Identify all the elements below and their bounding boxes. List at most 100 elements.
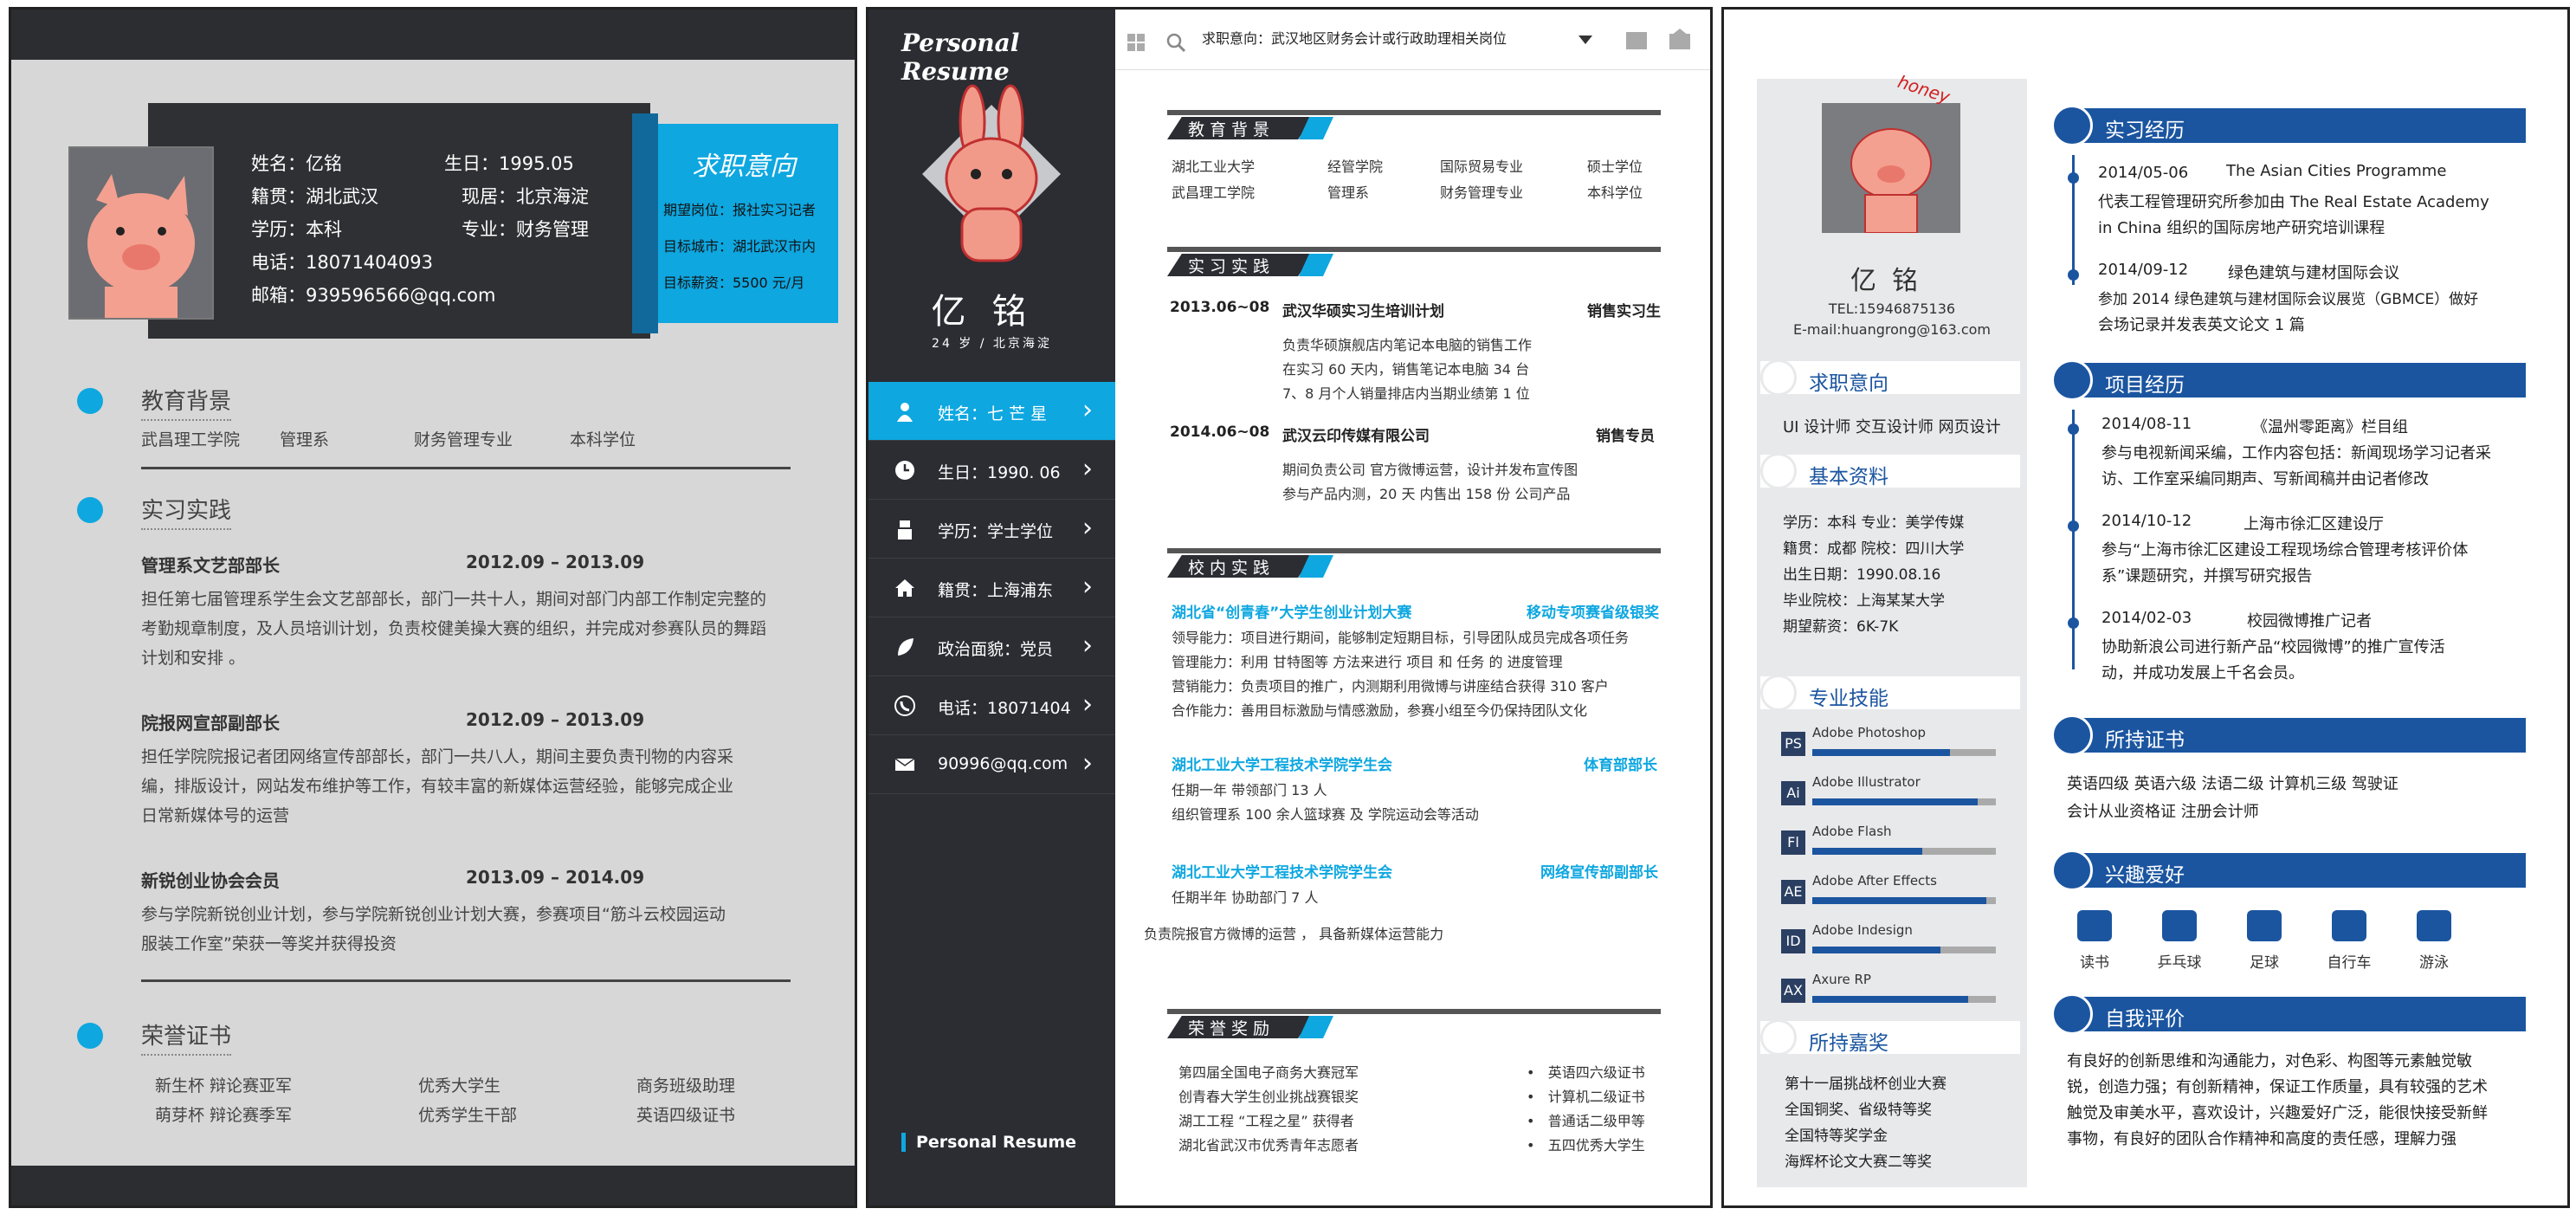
home-icon	[895, 579, 914, 597]
info-name: 姓名：亿铭	[251, 153, 342, 174]
user-icon	[2051, 993, 2093, 1035]
dropdown-icon	[1579, 36, 1592, 44]
resume-panel-3: honey 亿铭 TEL:15946875136 E-mail:huangron…	[1721, 7, 2570, 1208]
sidebar-item-label: 生日：1990. 06	[938, 463, 1061, 482]
intern-line: 7、8 月个人销量排店内当期业绩第 1 位	[1282, 385, 1530, 402]
sidebar-item-education[interactable]: 学历：学士学位 ›	[868, 500, 1115, 559]
bicycle-icon	[2332, 910, 2366, 941]
edu-cell: 国际贸易专业	[1440, 158, 1524, 175]
football-icon	[2247, 910, 2282, 941]
clock-icon	[895, 461, 914, 480]
skill-name: Adobe Illustrator	[1812, 774, 1921, 790]
honor-item: 英语四级证书	[636, 1106, 736, 1125]
pig-avatar-icon	[1822, 103, 1960, 234]
sidebar-item-politics[interactable]: 政治面貌：党员 ›	[868, 617, 1115, 676]
sidebar-item-origin[interactable]: 籍贯：上海浦东 ›	[868, 559, 1115, 617]
heart-icon	[2051, 850, 2093, 891]
campus-line: 营销能力：负责项目的推广，内测期利用微博与讲座结合获得 310 客户	[1172, 678, 1609, 695]
sidebar-footer: Personal Resume	[901, 1133, 1076, 1152]
practice-line: 担任第七届管理系学生会文艺部部长，部门一共十人，期间对部门内部工作制定完整的	[141, 590, 767, 609]
person-icon	[897, 403, 913, 422]
campus-org: 湖北工业大学工程技术学院学生会	[1172, 864, 1392, 882]
search-input[interactable]: 求职意向：武汉地区财务会计或行政助理相关岗位	[1202, 27, 1507, 48]
profile-tel: TEL:15946875136	[1828, 301, 1956, 317]
skill-fill	[1812, 947, 1941, 953]
award-item: 第四届全国电子商务大赛冠军	[1178, 1064, 1359, 1081]
info-current: 现居：北京海淀	[462, 186, 589, 207]
skill-bar	[1812, 798, 1996, 805]
avatar	[1822, 103, 1960, 234]
intern-line: 代表工程管理研究所参加由 The Real Estate Academy	[2098, 193, 2489, 211]
edu-degree: 本科学位	[570, 430, 636, 449]
info-origin: 籍贯：湖北武汉	[251, 186, 378, 207]
intern-role: 销售专员	[1596, 428, 1655, 445]
job-intent-box: 求职意向 期望岗位：报社实习记者 目标城市：湖北武汉市内 目标薪资：5500 元…	[632, 113, 838, 333]
chevron-right-icon: ›	[1082, 513, 1093, 543]
section-dot	[77, 1023, 103, 1049]
basic-line: 籍贯：成都 院校：四川大学	[1783, 540, 1965, 558]
section-header-basic: 基本资料	[1760, 453, 2020, 489]
intern-head: 绿色建筑与建材国际会议	[2228, 264, 2399, 282]
intern-date: 2014/05-06	[2098, 164, 2189, 182]
practice-line: 服装工作室”荣获一等奖并获得投资	[141, 934, 397, 953]
timeline-dot	[2068, 172, 2079, 184]
skill-item: PS Adobe Photoshop	[1781, 718, 2006, 761]
chevron-right-icon: ›	[1082, 630, 1093, 661]
practice-title: 实习实践	[141, 493, 232, 530]
sidebar-item-email[interactable]: 90996@qq.com ›	[868, 735, 1115, 794]
info-edu: 学历：本科	[251, 219, 342, 240]
award-item: • 普通话二级甲等	[1527, 1113, 1645, 1129]
sidebar-item-label: 学历：学士学位	[938, 522, 1054, 541]
skill-name: Adobe Indesign	[1812, 922, 1913, 938]
section-header-education: 教育背景	[1167, 110, 1661, 148]
pingpong-icon	[2162, 910, 2197, 941]
award-text: 英语四六级证书	[1547, 1064, 1645, 1081]
award-item: • 五四优秀大学生	[1527, 1137, 1645, 1154]
section-header-intent: 求职意向	[1760, 359, 2020, 396]
basic-line: 毕业院校：上海某某大学	[1783, 592, 1945, 610]
skill-bar	[1812, 848, 1996, 855]
avatar	[68, 146, 214, 320]
campus-org: 湖北工业大学工程技术学院学生会	[1172, 757, 1392, 774]
award-item: 全国铜奖、省级特等奖	[1785, 1102, 1932, 1119]
top-bar	[11, 10, 855, 60]
app-icon: PS	[1781, 732, 1805, 756]
inbox-icon	[1669, 29, 1690, 49]
project-line: 参与电视新闻采编，工作内容包括：新闻现场学习记者采	[2101, 444, 2491, 462]
app-icon: Ai	[1781, 781, 1805, 805]
timeline	[2072, 410, 2075, 669]
eval-line: 触觉及审美水平，喜欢设计，兴趣爱好广泛，能很快接受新鲜	[2067, 1104, 2488, 1122]
practice-role: 院报网宣部副部长	[141, 713, 280, 734]
practice-date: 2013.09 – 2014.09	[466, 867, 645, 888]
divider	[141, 979, 791, 982]
search-bar[interactable]: 求职意向：武汉地区财务会计或行政助理相关岗位	[1115, 10, 1710, 70]
intern-role: 销售实习生	[1587, 303, 1661, 320]
cert-line: 英语四级 英语六级 法语二级 计算机三级 驾驶证	[2067, 775, 2398, 793]
section-dot	[77, 497, 103, 523]
award-text: 普通话二级甲等	[1547, 1113, 1645, 1129]
basic-line: 期望薪资：6K-7K	[1783, 618, 1899, 636]
sidebar: Personal Resume 亿铭 24 岁 / 北京海淀 姓名：七 芒 星 …	[868, 10, 1115, 1205]
project-head: 校园微博推广记者	[2247, 612, 2372, 630]
edu-cell: 湖北工业大学	[1172, 158, 1256, 175]
intern-date: 2013.06~08	[1170, 299, 1270, 316]
app-icon: Fl	[1781, 830, 1805, 855]
project-head: 《温州零距离》栏目组	[2252, 418, 2408, 436]
chevron-right-icon: ›	[1082, 689, 1093, 720]
edu-cell: 管理系	[1327, 184, 1370, 201]
hobby-label: 足球	[2250, 954, 2279, 972]
sidebar-item-phone[interactable]: 电话：18071404 ›	[868, 676, 1115, 735]
section-title: 教育背景	[1167, 117, 1314, 139]
award-item: 全国特等奖学金	[1785, 1128, 1888, 1145]
award-item: 湖北省武汉市优秀青年志愿者	[1178, 1137, 1359, 1154]
section-header-campus: 校内实践	[1167, 548, 1661, 586]
section-title: 项目经历	[2105, 374, 2185, 397]
skill-bar	[1812, 947, 1996, 953]
education-title: 教育背景	[141, 384, 232, 421]
sidebar-item-birth[interactable]: 生日：1990. 06 ›	[868, 441, 1115, 500]
edu-cell: 财务管理专业	[1440, 184, 1524, 201]
section-header-projects: 项目经历	[2051, 359, 2526, 401]
eval-line: 锐，创造力强；有创新精神，保证工作质量，具有较强的艺术	[2067, 1078, 2488, 1096]
sidebar-item-name[interactable]: 姓名：七 芒 星 ›	[868, 382, 1115, 441]
skill-name: Adobe After Effects	[1812, 873, 1937, 889]
